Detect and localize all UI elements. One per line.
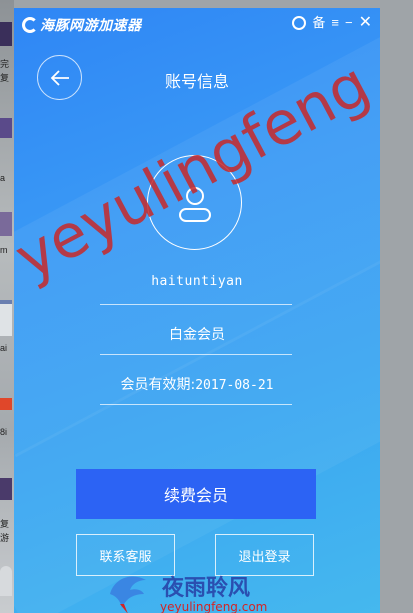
title-bar[interactable]: 海豚网游加速器 备 ≡ − ✕ <box>14 8 380 40</box>
brand-name: 海豚网游加速器 <box>40 17 142 33</box>
backup-button[interactable]: 备 <box>312 14 325 32</box>
divider <box>100 354 292 355</box>
watermark-url: yeyulingfeng.com <box>160 600 268 613</box>
close-icon[interactable]: ✕ <box>359 14 372 32</box>
avatar <box>147 155 242 250</box>
desktop-icon-label: 完 <box>0 59 10 69</box>
desktop-app-icon[interactable] <box>0 300 12 336</box>
minimize-icon[interactable]: − <box>345 14 353 32</box>
renew-membership-button[interactable]: 续费会员 <box>76 469 316 519</box>
divider <box>100 304 292 305</box>
brand: 海豚网游加速器 <box>22 15 142 35</box>
membership-tier: 白金会员 <box>169 327 225 343</box>
desktop-app-icon[interactable] <box>0 478 12 500</box>
desktop-icon-label: 8i <box>0 427 8 437</box>
desktop-app-icon[interactable] <box>0 118 12 138</box>
username: haituntiyan <box>151 274 243 289</box>
desktop-app-icon[interactable] <box>0 212 12 236</box>
dolphin-logo-icon <box>110 576 146 613</box>
desktop-app-icon[interactable] <box>0 22 12 46</box>
page-title: 账号信息 <box>164 72 229 91</box>
desktop-app-icon[interactable] <box>0 398 12 410</box>
desktop-icon-label: 游 <box>0 533 10 543</box>
menu-icon[interactable]: ≡ <box>331 14 339 32</box>
brand-logo-icon <box>22 17 38 33</box>
skin-icon[interactable] <box>292 16 307 30</box>
desktop-icon-label: m <box>0 245 8 255</box>
window-controls: 备 ≡ − ✕ <box>292 14 372 32</box>
desktop-icon-label: 复 <box>0 73 10 83</box>
desktop-background: 完 复 a m ai 8i 复 游 <box>0 0 14 613</box>
expiry-date: 2017-08-21 <box>195 378 274 393</box>
desktop-icon-label: ai <box>0 343 8 353</box>
desktop-icon-label: a <box>0 173 6 183</box>
membership-expiry: 会员有效期:2017-08-21 <box>14 374 380 394</box>
accelerator-window: 海豚网游加速器 备 ≡ − ✕ 账号信息 haituntiyan 白金会员 会员… <box>14 8 380 613</box>
divider <box>100 404 292 405</box>
desktop-icon-label: 复 <box>0 519 10 529</box>
desktop-app-icon[interactable] <box>0 566 12 596</box>
expiry-label: 会员有效期: <box>120 377 196 393</box>
watermark-cn-text: 夜雨聆风 <box>162 576 251 601</box>
user-avatar-icon <box>179 187 211 222</box>
